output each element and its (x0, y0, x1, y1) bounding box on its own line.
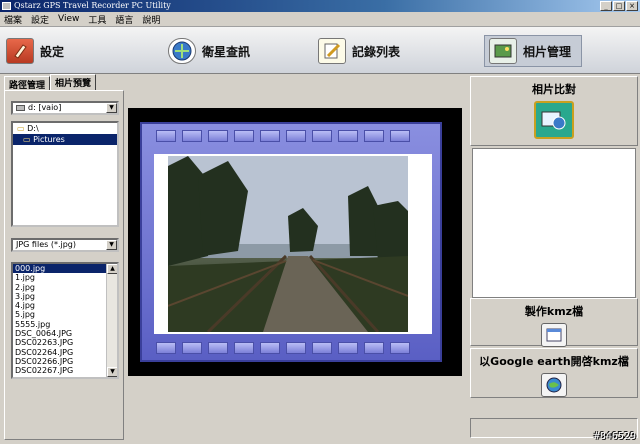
menu-file[interactable]: 檔案 (4, 13, 22, 26)
open-google-earth-button[interactable] (541, 373, 567, 397)
film-holes-top (156, 130, 410, 142)
menu-view[interactable]: View (58, 14, 79, 24)
photo-viewer (128, 108, 462, 376)
photo-compare-section: 相片比對 (470, 76, 638, 146)
minimize-button[interactable]: _ (600, 1, 612, 11)
settings-button[interactable]: 設定 (6, 35, 64, 67)
photo-compare-label: 相片比對 (532, 83, 576, 96)
photo-icon (489, 38, 517, 64)
menu-settings[interactable]: 設定 (31, 13, 49, 26)
folder-item[interactable]: ▭ D:\ (13, 123, 117, 134)
chevron-down-icon[interactable]: ▼ (106, 240, 117, 250)
drive-select[interactable]: d: [vaio] ▼ (11, 101, 119, 115)
list-item[interactable]: DSC02263.JPG (13, 338, 117, 347)
list-item[interactable]: 5555.jpg (13, 320, 117, 329)
folder-tree: ▭ D:\ ▭ Pictures (11, 121, 119, 227)
list-item[interactable]: DSC02266.JPG (13, 357, 117, 366)
list-item[interactable]: 4.jpg (13, 301, 117, 310)
list-item[interactable]: 5.jpg (13, 310, 117, 319)
list-item[interactable]: 3.jpg (13, 292, 117, 301)
tab-photo-preview[interactable]: 相片預覽 (50, 74, 97, 91)
folder-open-icon: ▭ (17, 124, 25, 133)
notepad-icon (318, 38, 346, 64)
photo-manager-button[interactable]: 相片管理 (484, 35, 583, 67)
drive-icon (16, 105, 25, 111)
scroll-up-icon[interactable]: ▲ (107, 264, 117, 274)
list-item[interactable]: DSC02264.JPG (13, 348, 117, 357)
satellite-icon (168, 38, 196, 64)
file-list: 000.jpg 1.jpg 2.jpg 3.jpg 4.jpg 5.jpg 55… (11, 262, 119, 379)
list-item[interactable]: 2.jpg (13, 283, 117, 292)
scroll-down-icon[interactable]: ▼ (107, 367, 117, 377)
main-toolbar: 設定 衛星查訊 記錄列表 相片管理 (0, 26, 640, 74)
photo-compare-button[interactable] (534, 101, 574, 139)
film-frame (140, 122, 442, 362)
make-kmz-label: 製作kmz檔 (524, 305, 584, 318)
chevron-down-icon[interactable]: ▼ (106, 103, 117, 113)
photo-compare-area (472, 148, 636, 298)
satellite-info-button[interactable]: 衛星查訊 (168, 35, 250, 67)
folder-icon: ▭ (23, 135, 31, 144)
open-kmz-section: 以Google earth開啓kmz檔 (470, 348, 638, 398)
make-kmz-button[interactable] (541, 323, 567, 347)
photo-preview[interactable] (154, 154, 432, 334)
tab-route-management[interactable]: 路徑管理 (4, 76, 51, 91)
left-panel: d: [vaio] ▼ ▭ D:\ ▭ Pictures JPG files (… (4, 90, 124, 440)
menu-language[interactable]: 語言 (115, 13, 133, 26)
left-tabs: 路徑管理 相片預覽 (4, 74, 97, 91)
make-kmz-section: 製作kmz檔 (470, 298, 638, 347)
menu-bar: 檔案 設定 View 工具 語言 說明 (0, 12, 640, 26)
watermark: #846529 (593, 431, 636, 442)
menu-tools[interactable]: 工具 (88, 13, 106, 26)
photo-image (168, 156, 408, 332)
menu-help[interactable]: 說明 (142, 13, 160, 26)
right-panel: 相片比對 製作kmz檔 以Google earth開啓kmz檔 (470, 76, 638, 440)
maximize-button[interactable]: □ (613, 1, 625, 11)
title-bar: Qstarz GPS Travel Recorder PC Utility _ … (0, 0, 640, 12)
list-item[interactable]: 000.jpg (13, 264, 117, 274)
list-item[interactable]: 1.jpg (13, 273, 117, 282)
file-filter-select[interactable]: JPG files (*.jpg) ▼ (11, 238, 119, 252)
app-icon (2, 2, 11, 10)
folder-item-selected[interactable]: ▭ Pictures (13, 134, 117, 145)
photo-compare-icon (541, 111, 566, 130)
window-title: Qstarz GPS Travel Recorder PC Utility (14, 1, 171, 10)
list-item[interactable]: DSC02267.JPG (13, 366, 117, 375)
list-item[interactable]: DSC_0064.JPG (13, 329, 117, 338)
settings-icon (6, 38, 34, 64)
open-kmz-label: 以Google earth開啓kmz檔 (479, 355, 629, 368)
document-icon (546, 328, 562, 342)
file-list-scrollbar[interactable]: ▲ ▼ (106, 264, 117, 377)
close-button[interactable]: × (626, 1, 638, 11)
globe-icon (546, 377, 562, 393)
record-list-button[interactable]: 記錄列表 (318, 35, 400, 67)
film-holes-bottom (156, 342, 410, 354)
